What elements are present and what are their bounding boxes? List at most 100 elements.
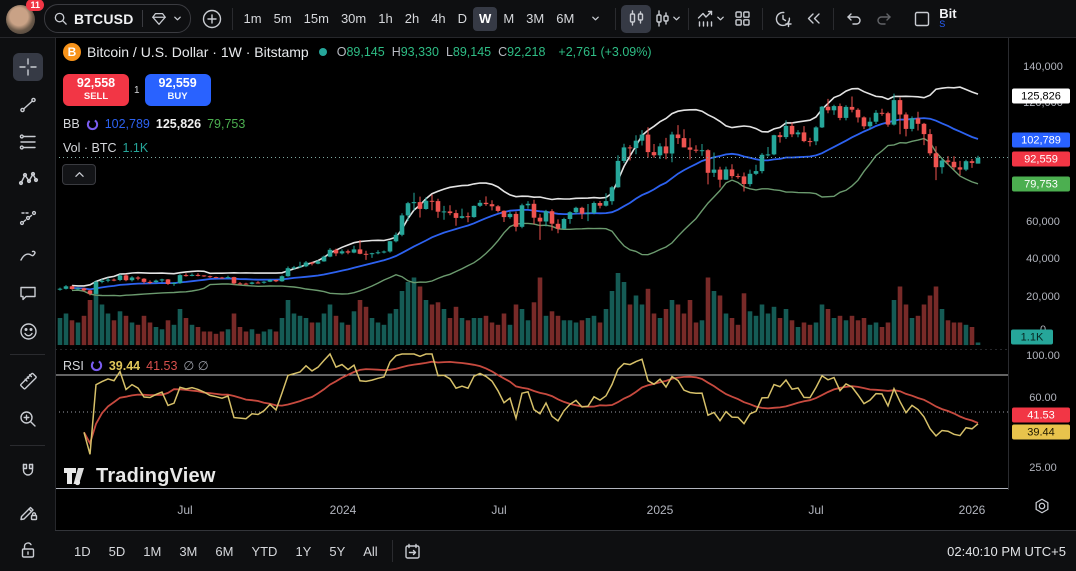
volume-bar [328, 305, 333, 346]
tool-trend-line[interactable] [13, 91, 43, 119]
range-1d[interactable]: 1D [65, 539, 100, 563]
interval-5m[interactable]: 5m [268, 7, 298, 31]
candle-body [700, 150, 705, 151]
interval-dropdown[interactable] [580, 5, 610, 33]
range-ytd[interactable]: YTD [242, 539, 286, 563]
range-3m[interactable]: 3M [170, 539, 206, 563]
volume-bar [850, 316, 855, 345]
chart-type-candles-button[interactable] [621, 5, 651, 33]
symbol-search[interactable]: BTCUSD [44, 4, 191, 33]
interval-6M[interactable]: 6M [550, 7, 580, 31]
volume-bar [652, 314, 657, 346]
tool-magnet[interactable] [13, 457, 43, 485]
alert-button[interactable] [768, 5, 798, 33]
pane-collapse-button[interactable] [62, 164, 96, 185]
candle-body [340, 251, 345, 253]
rsi-legend[interactable]: RSI 39.44 41.53 ∅ ∅ [63, 358, 209, 373]
buy-button[interactable]: 92,559 BUY [145, 74, 211, 106]
candle-body [928, 134, 933, 153]
bar-replay-button[interactable] [798, 5, 828, 33]
redo-button[interactable] [869, 5, 899, 33]
volume-bar [64, 314, 69, 346]
chart-style-dropdown[interactable] [651, 5, 683, 33]
tool-emoji[interactable] [13, 317, 43, 345]
range-1y[interactable]: 1Y [286, 539, 320, 563]
interval-30m[interactable]: 30m [335, 7, 372, 31]
interval-M[interactable]: M [497, 7, 520, 31]
interval-1m[interactable]: 1m [238, 7, 268, 31]
candle-body [148, 282, 153, 283]
diamond-icon[interactable] [151, 11, 167, 27]
candle-body [646, 135, 651, 153]
ruler-icon [18, 371, 39, 392]
volume-bar [274, 332, 279, 346]
go-to-date-button[interactable] [398, 537, 428, 565]
bb-legend[interactable]: BB 102,789 125,826 79,753 [63, 117, 245, 131]
interval-2h[interactable]: 2h [399, 7, 425, 31]
time-axis[interactable]: Jul2024Jul2025Jul2026 [55, 490, 1076, 530]
volume-legend[interactable]: Vol · BTC 1.1K [63, 141, 148, 155]
chart-pane[interactable]: B Bitcoin / U.S. Dollar · 1W · Bitstamp … [55, 38, 1008, 490]
range-6m[interactable]: 6M [206, 539, 242, 563]
time-axis-label: 2024 [330, 503, 357, 517]
market-status-icon[interactable] [319, 48, 327, 56]
symbol-title[interactable]: Bitcoin / U.S. Dollar · 1W · Bitstamp [87, 44, 309, 60]
interval-3M[interactable]: 3M [520, 7, 550, 31]
candle-body [88, 290, 93, 293]
volume-bar [796, 327, 801, 345]
candle-body [496, 206, 501, 211]
interval-1h[interactable]: 1h [372, 7, 398, 31]
layout-templates-button[interactable] [727, 5, 757, 33]
tool-zoom-in[interactable] [13, 405, 43, 433]
tool-crosshair[interactable] [13, 53, 43, 81]
volume-bar [484, 316, 489, 345]
volume-bar [700, 320, 705, 345]
interval-15m[interactable]: 15m [298, 7, 335, 31]
axis-settings-button[interactable] [1033, 497, 1051, 520]
forecast-icon [18, 208, 38, 228]
tool-xabcd-pattern[interactable] [13, 166, 43, 194]
tool-text-note[interactable] [13, 279, 43, 307]
volume-bar [622, 282, 627, 345]
user-menu[interactable]: 11 [4, 2, 38, 36]
candle-body [298, 266, 303, 267]
range-5d[interactable]: 5D [100, 539, 135, 563]
tool-lock-all[interactable] [13, 536, 43, 564]
range-all[interactable]: All [354, 539, 386, 563]
sell-button[interactable]: 92,558 SELL [63, 74, 129, 106]
clock[interactable]: 02:40:10 PM UTC+5 [947, 544, 1066, 559]
candle-body [94, 282, 99, 294]
tool-brush[interactable] [13, 242, 43, 270]
chevron-down-icon [173, 14, 182, 23]
volume-bar [946, 320, 951, 345]
undo-button[interactable] [839, 5, 869, 33]
interval-4h[interactable]: 4h [425, 7, 451, 31]
compare-add-button[interactable] [197, 5, 227, 33]
candle-body [856, 110, 861, 118]
fullscreen-button[interactable] [907, 5, 937, 33]
interval-W[interactable]: W [473, 7, 497, 31]
tool-drawing-pencil[interactable] [13, 498, 43, 526]
candle-body [238, 283, 243, 284]
indicators-button[interactable] [694, 5, 727, 33]
volume-bar [298, 316, 303, 345]
candle-body [910, 118, 915, 129]
tool-fib-retracement[interactable] [13, 128, 43, 156]
volume-bar [226, 329, 231, 345]
bb-lower-value: 79,753 [207, 117, 245, 131]
tool-ruler[interactable] [13, 367, 43, 395]
candle-body [442, 211, 447, 212]
tool-forecast[interactable] [13, 204, 43, 232]
candle-body [178, 275, 183, 283]
volume-bar [610, 291, 615, 345]
candle-body [280, 276, 285, 281]
volume-bar [376, 323, 381, 346]
price-label-badge: 125,826 [1012, 89, 1070, 104]
candle-body [520, 205, 525, 227]
corner-brand: Bit S [939, 8, 963, 30]
range-1m[interactable]: 1M [134, 539, 170, 563]
candle-body [364, 254, 369, 255]
price-axis[interactable]: 140,000120,00060,00040,00020,0000100.006… [1008, 38, 1076, 490]
range-5y[interactable]: 5Y [320, 539, 354, 563]
interval-D[interactable]: D [452, 7, 473, 31]
